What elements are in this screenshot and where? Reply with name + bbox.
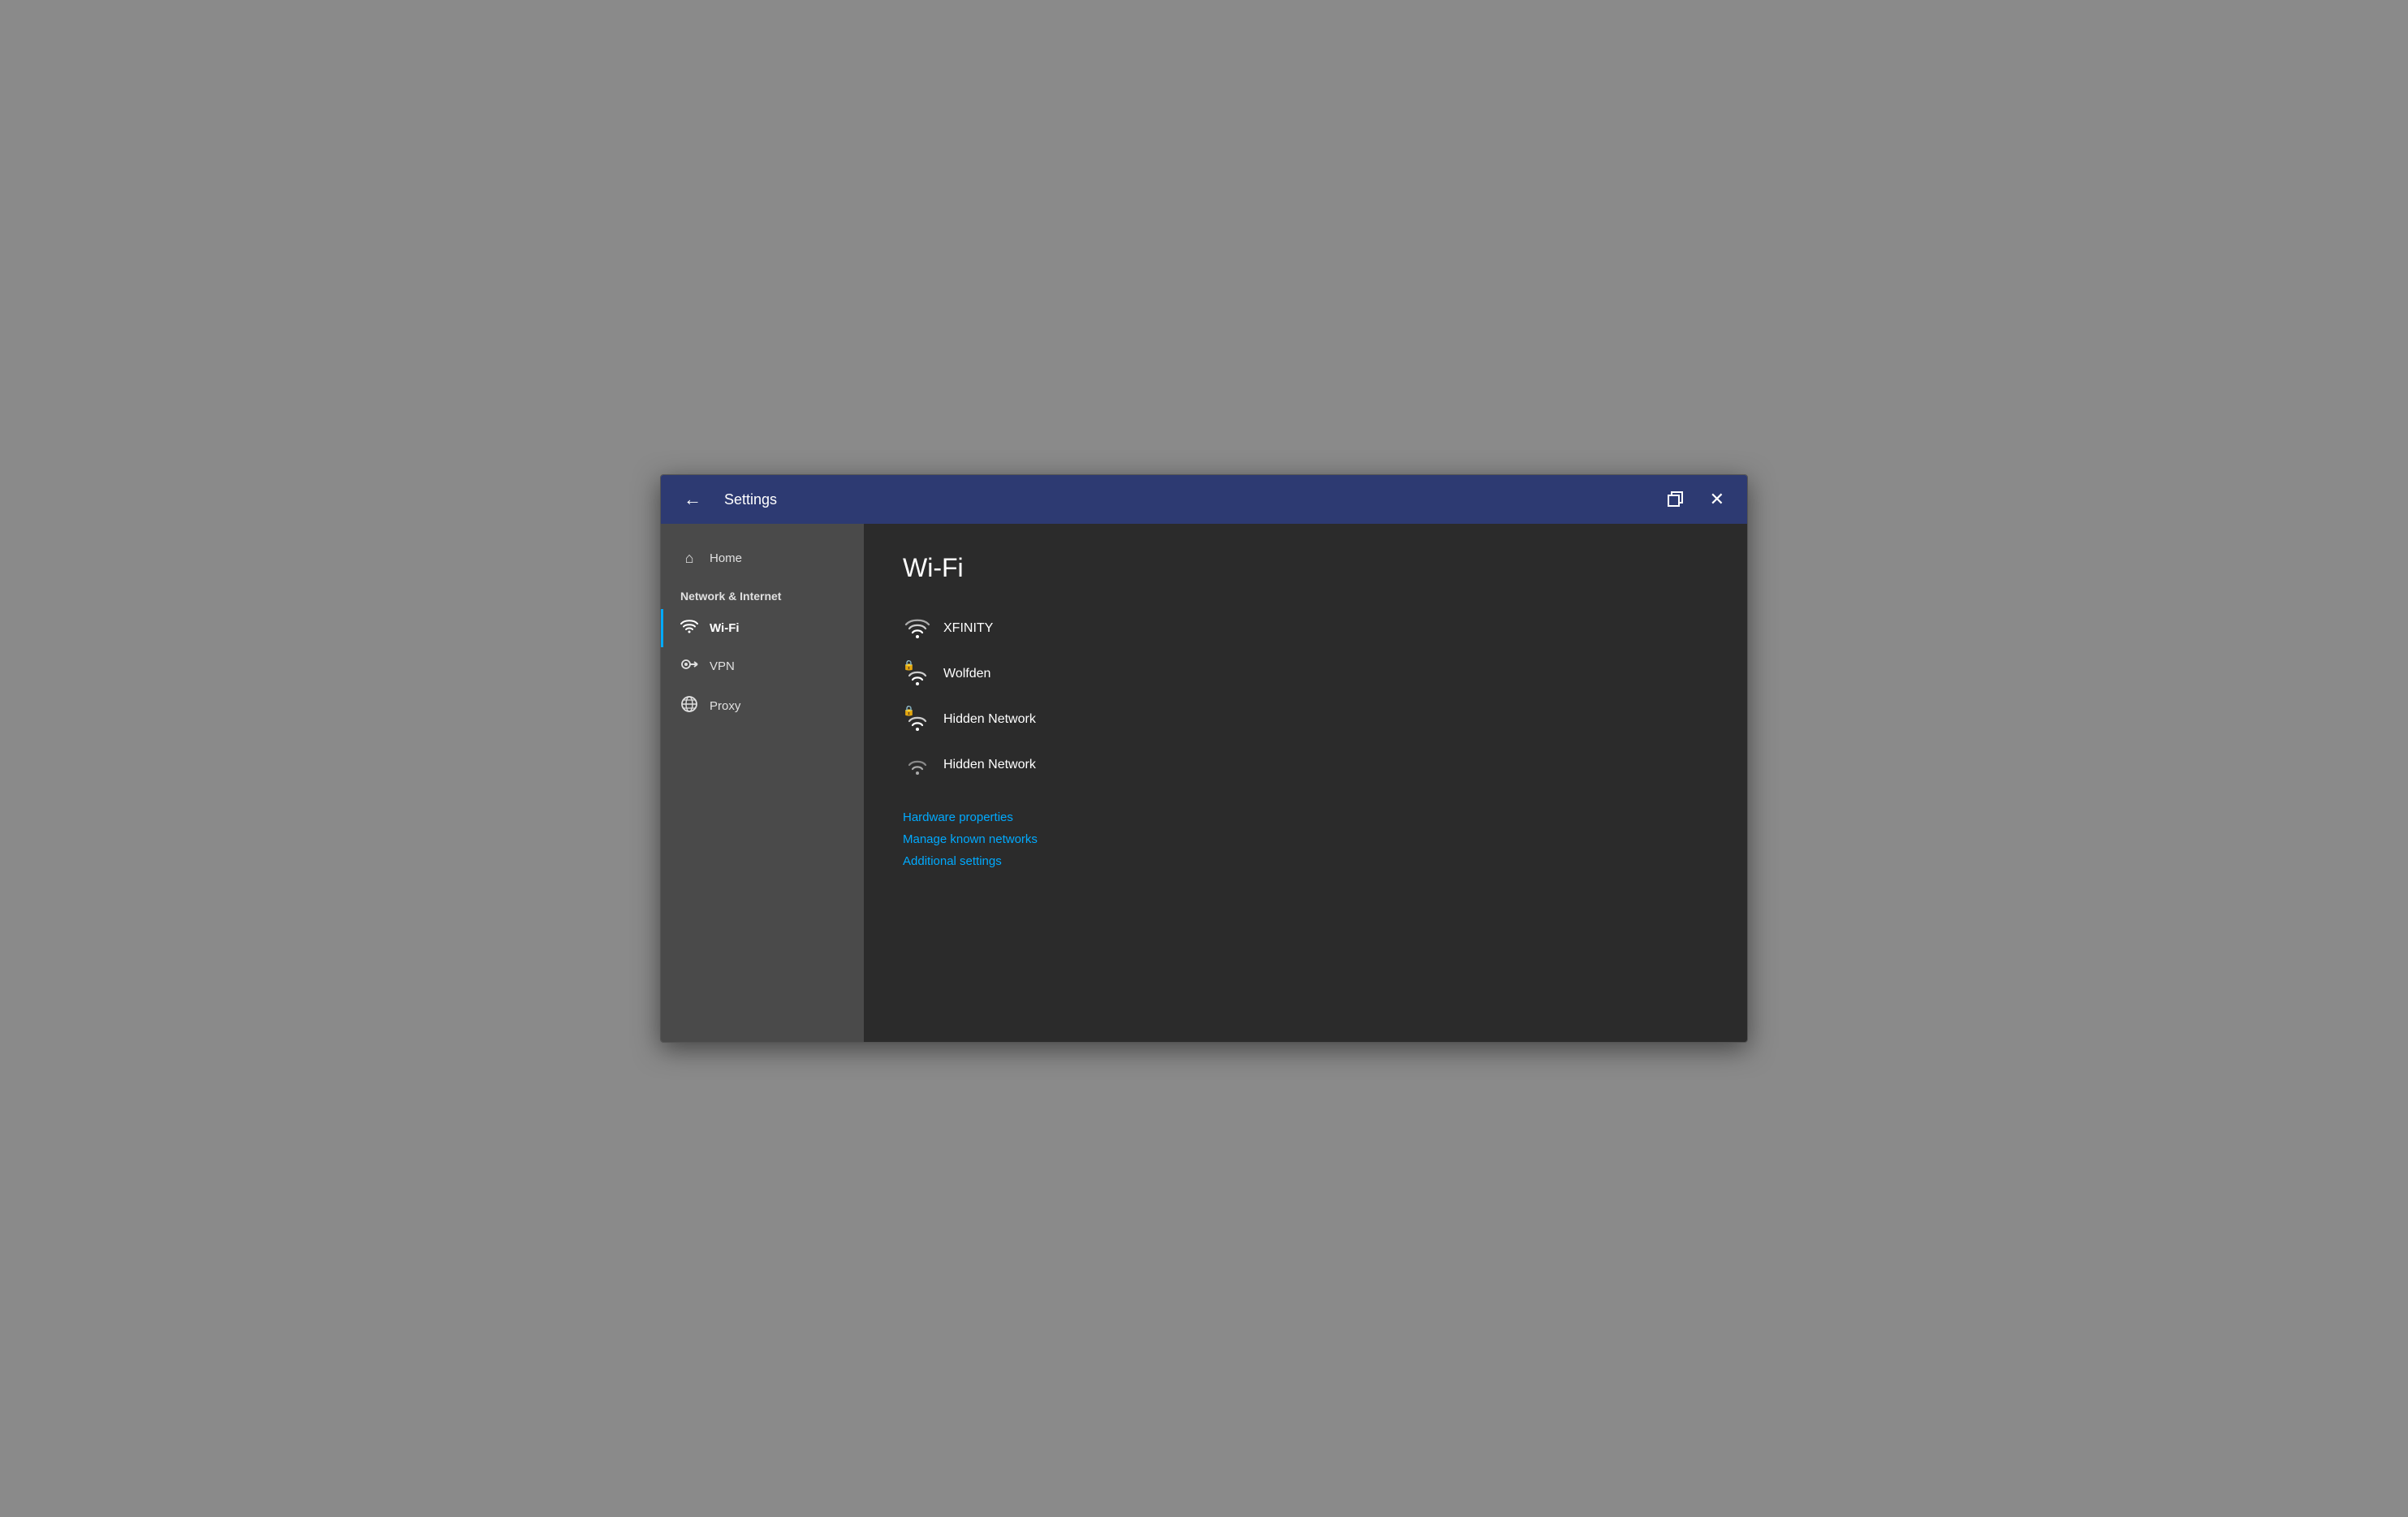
- network-name-hidden-1: Hidden Network: [943, 712, 1036, 727]
- wifi-signal-icon-xfinity: [903, 614, 932, 643]
- network-name-hidden-2: Hidden Network: [943, 758, 1036, 772]
- sidebar-vpn-label: VPN: [710, 659, 735, 673]
- wifi-signal-icon-hidden-1: 🔒: [903, 705, 932, 734]
- network-name-wolfden: Wolfden: [943, 667, 990, 681]
- sidebar-item-wifi[interactable]: Wi-Fi: [661, 609, 864, 647]
- network-item-wolfden[interactable]: 🔒 Wolfden: [903, 651, 1708, 697]
- sidebar-item-home[interactable]: ⌂ Home: [661, 540, 864, 577]
- settings-window: ← Settings ✕ ⌂ Home Network & Internet: [660, 474, 1748, 1043]
- lock-icon-hidden-1: 🔒: [903, 705, 915, 716]
- sidebar-proxy-label: Proxy: [710, 699, 740, 713]
- sidebar-wifi-label: Wi-Fi: [710, 621, 740, 635]
- sidebar-item-vpn[interactable]: VPN: [661, 647, 864, 685]
- network-item-xfinity[interactable]: XFINITY: [903, 606, 1708, 651]
- sidebar-home-label: Home: [710, 551, 742, 565]
- window-title: Settings: [724, 491, 1661, 508]
- page-title: Wi-Fi: [903, 553, 1708, 583]
- wifi-signal-icon-hidden-2: [903, 750, 932, 780]
- wifi-signal-icon-wolfden: 🔒: [903, 659, 932, 689]
- sidebar: ⌂ Home Network & Internet Wi-Fi: [661, 524, 864, 1042]
- network-list: XFINITY 🔒 Wolfden: [903, 606, 1708, 788]
- links-section: Hardware properties Manage known network…: [903, 810, 1708, 868]
- lock-icon-wolfden: 🔒: [903, 659, 915, 671]
- hardware-properties-link[interactable]: Hardware properties: [903, 810, 1708, 824]
- back-button[interactable]: ←: [677, 486, 708, 513]
- main-content: Wi-Fi XFINITY: [864, 524, 1747, 1042]
- close-button[interactable]: ✕: [1703, 486, 1731, 513]
- network-item-hidden-1[interactable]: 🔒 Hidden Network: [903, 697, 1708, 742]
- window-body: ⌂ Home Network & Internet Wi-Fi: [661, 524, 1747, 1042]
- vpn-icon: [680, 657, 698, 676]
- network-item-hidden-2[interactable]: Hidden Network: [903, 742, 1708, 788]
- restore-button[interactable]: [1661, 488, 1690, 511]
- sidebar-section-label: Network & Internet: [661, 577, 864, 609]
- restore-icon: [1668, 491, 1684, 508]
- manage-known-networks-link[interactable]: Manage known networks: [903, 832, 1708, 846]
- proxy-icon: [680, 695, 698, 717]
- titlebar: ← Settings ✕: [661, 475, 1747, 524]
- additional-settings-link[interactable]: Additional settings: [903, 854, 1708, 868]
- wifi-icon: [680, 619, 698, 637]
- home-icon: ⌂: [680, 550, 698, 567]
- window-controls: ✕: [1661, 486, 1731, 513]
- network-name-xfinity: XFINITY: [943, 621, 993, 636]
- sidebar-item-proxy[interactable]: Proxy: [661, 685, 864, 727]
